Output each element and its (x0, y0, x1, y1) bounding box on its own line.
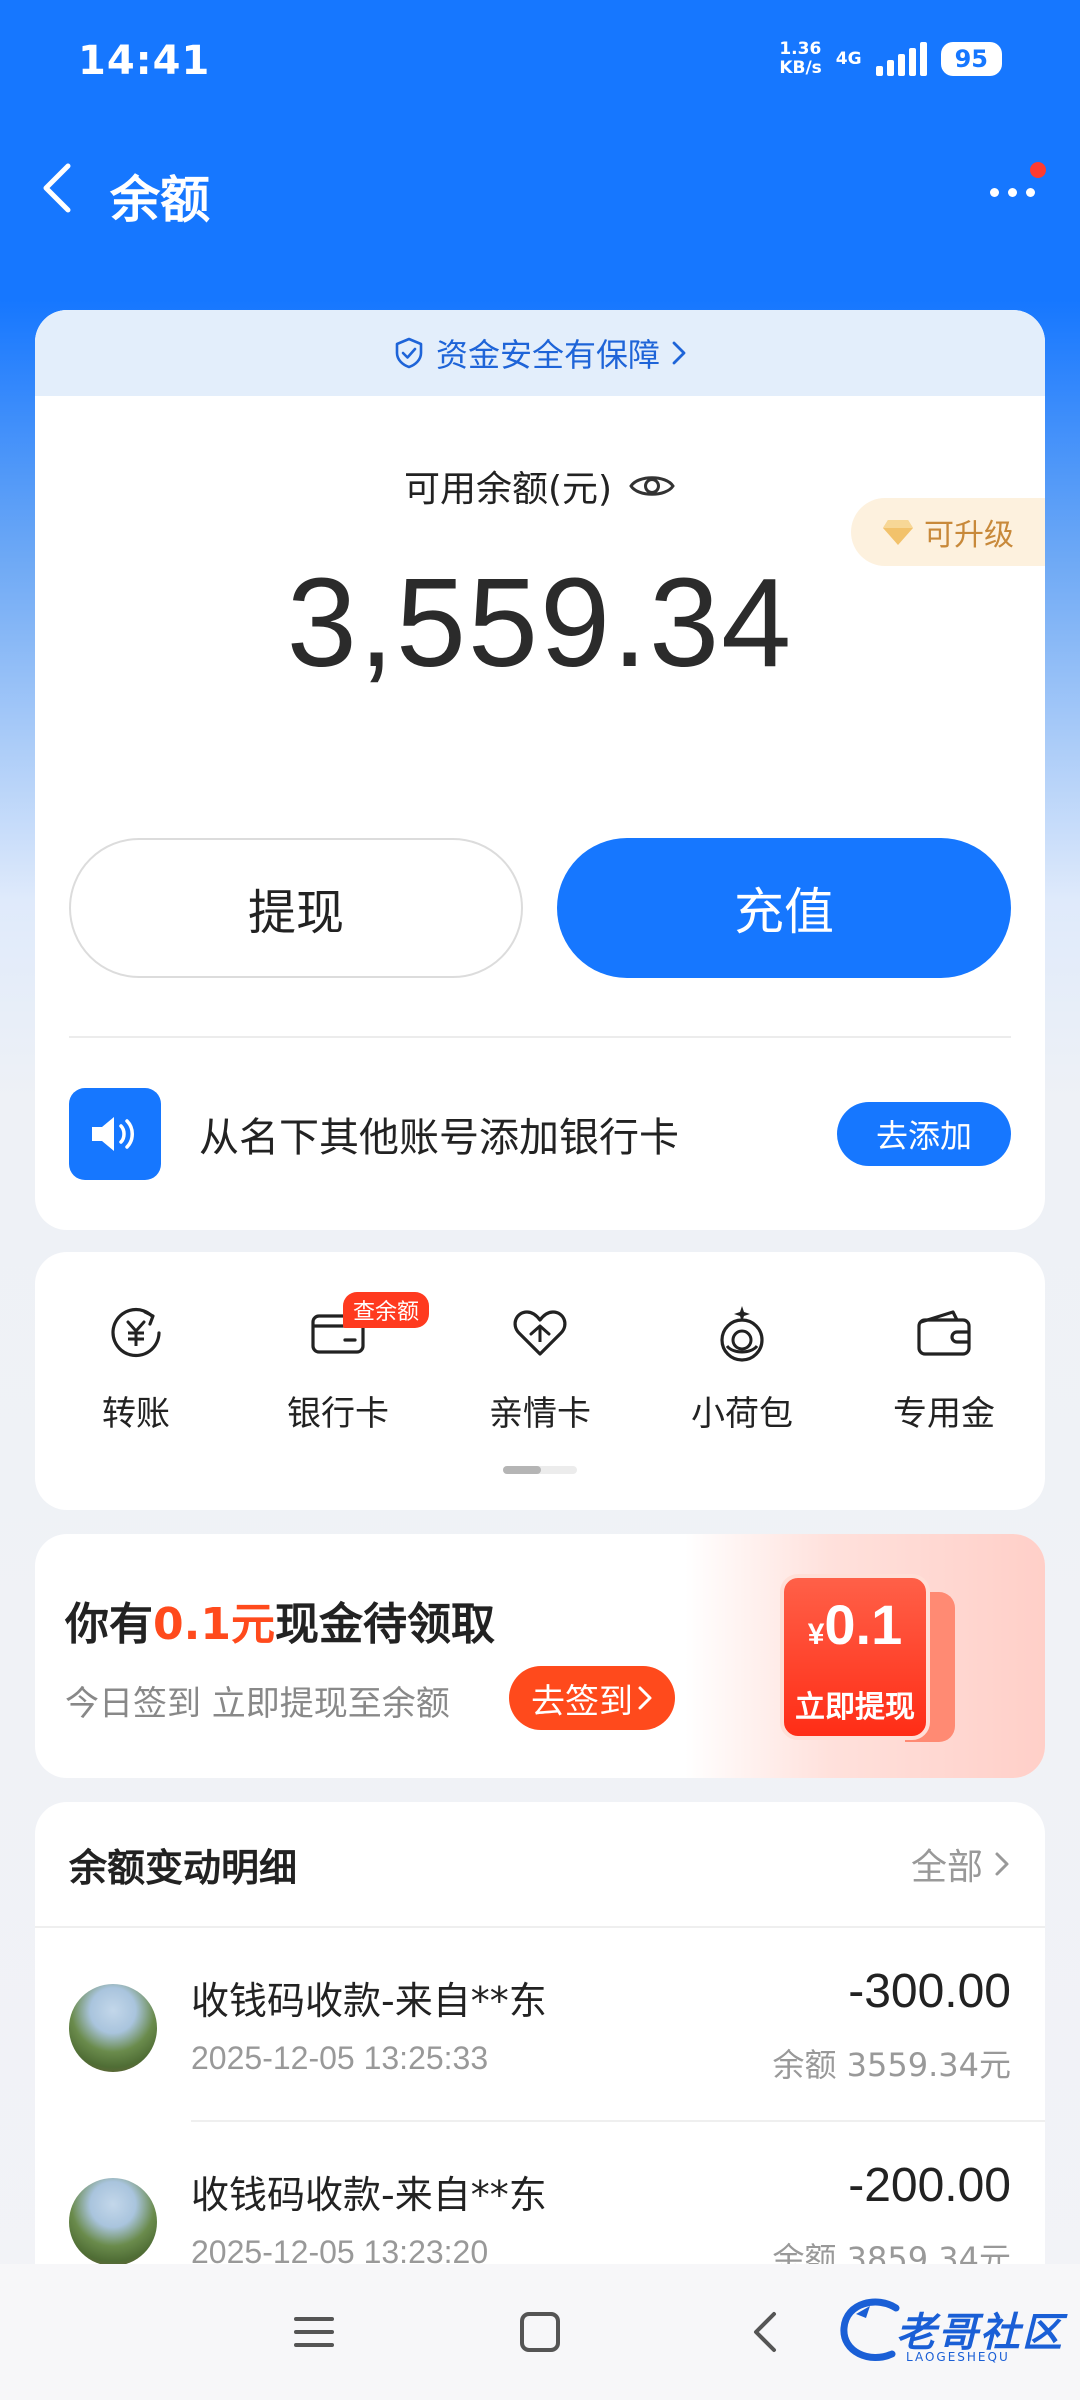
safety-text: 资金安全有保障 (435, 336, 660, 374)
action-bank-card[interactable]: 银行卡 查余额 (237, 1292, 439, 1435)
action-family-card[interactable]: 亲情卡 (439, 1302, 641, 1435)
network-speed-unit: KB/s (779, 58, 822, 78)
watermark-logo: 老哥社区 LAOGESHEQU (836, 2294, 1066, 2374)
transaction-amount: -200.00 (848, 2159, 1011, 2212)
add-bank-card-row: 从名下其他账号添加银行卡 去添加 (69, 1088, 1011, 1180)
balance-label: 可用余额(元) (403, 469, 613, 510)
promo-title-highlight: 0.1元 (153, 1599, 275, 1650)
check-balance-badge: 查余额 (343, 1292, 430, 1328)
status-bar: 14:41 1.36 KB/s 4G 95 (0, 0, 1080, 130)
divider (69, 1036, 1011, 1038)
home-icon[interactable] (512, 2304, 568, 2360)
safety-banner[interactable]: 资金安全有保障 (35, 310, 1045, 396)
cash-currency: ¥ (807, 1618, 825, 1651)
battery-indicator: 95 (940, 42, 1002, 76)
signal-icon (875, 42, 927, 76)
transfer-yen-icon (111, 1308, 161, 1358)
avatar (69, 2178, 157, 2266)
action-label: 银行卡 (287, 1394, 389, 1434)
cash-label: 立即提现 (795, 1690, 915, 1725)
quick-actions-card: 转账 银行卡 查余额 亲情卡 小荷包 专用金 (35, 1252, 1045, 1510)
details-header: 余额变动明细 全部 (35, 1802, 1045, 1928)
pouch-icon (720, 1306, 764, 1362)
cash-value: 0.1 (824, 1593, 903, 1656)
transaction-amount: -300.00 (848, 1965, 1011, 2018)
transaction-row[interactable]: 收钱码收款-来自**东 2025-12-05 13:25:33 -300.00 … (35, 1928, 1045, 2120)
promo-card[interactable]: 你有0.1元现金待领取 今日签到 立即提现至余额 去签到 ¥0.1 立即提现 (35, 1534, 1045, 1778)
eye-icon[interactable] (628, 470, 676, 502)
promo-subtitle: 今日签到 立即提现至余额 (65, 1684, 450, 1724)
balance-card: 资金安全有保障 可用余额(元) 可升级 3,559.34 提现 充值 从名下其他… (35, 310, 1045, 1230)
add-bank-button[interactable]: 去添加 (837, 1102, 1011, 1166)
action-label: 小荷包 (691, 1394, 793, 1434)
more-dots-icon (990, 188, 1035, 197)
quick-actions-row: 转账 银行卡 查余额 亲情卡 小荷包 专用金 (35, 1292, 1045, 1435)
network-speed: 1.36 KB/s (779, 40, 821, 78)
chevron-right-icon (995, 1852, 1009, 1876)
chevron-right-icon (672, 341, 686, 365)
balance-amount: 3,559.34 (286, 552, 794, 693)
transaction-title: 收钱码收款-来自**东 (191, 1979, 547, 2023)
upgrade-label: 可升级 (924, 518, 1014, 553)
diamond-icon (883, 520, 913, 545)
action-special-fund[interactable]: 专用金 (843, 1302, 1045, 1435)
page-indicator (503, 1466, 577, 1474)
add-bank-prompt: 从名下其他账号添加银行卡 (199, 1115, 679, 1161)
network-speed-value: 1.36 (779, 39, 822, 59)
withdraw-button[interactable]: 提现 (69, 838, 523, 978)
view-all-link[interactable]: 全部 (911, 1838, 1011, 1890)
menu-icon[interactable] (286, 2304, 342, 2360)
more-menu-button[interactable] (980, 162, 1050, 222)
transaction-title: 收钱码收款-来自**东 (191, 2173, 547, 2217)
sign-in-button[interactable]: 去签到 (509, 1666, 675, 1730)
sign-in-label: 去签到 (531, 1681, 633, 1722)
system-navigation-bar: 老哥社区 LAOGESHEQU (0, 2264, 1080, 2400)
transaction-time: 2025-12-05 13:25:33 (191, 2040, 489, 2076)
action-label: 专用金 (893, 1394, 995, 1434)
back-nav-icon[interactable] (738, 2304, 794, 2360)
chevron-left-icon (43, 163, 71, 213)
notification-dot (1030, 162, 1046, 178)
details-title: 余额变动明细 (69, 1845, 298, 1890)
promo-title-suffix: 现金待领取 (274, 1599, 495, 1650)
back-button[interactable] (30, 158, 90, 218)
status-time: 14:41 (78, 38, 211, 84)
network-type: 4G (835, 48, 862, 69)
watermark-subtext: LAOGESHEQU (906, 2350, 1010, 2364)
avatar (69, 1984, 157, 2072)
action-transfer[interactable]: 转账 (35, 1302, 237, 1435)
promo-title-prefix: 你有 (65, 1599, 153, 1650)
cash-card[interactable]: ¥0.1 立即提现 (780, 1574, 930, 1740)
speaker-icon (69, 1088, 161, 1180)
top-nav: 余额 (0, 140, 1080, 240)
action-label: 转账 (102, 1394, 170, 1434)
promo-title: 你有0.1元现金待领取 (65, 1588, 495, 1652)
action-label: 亲情卡 (489, 1394, 591, 1434)
view-all-label: 全部 (910, 1847, 983, 1888)
transaction-balance: 余额 3559.34元 (772, 2046, 1011, 2084)
page-title: 余额 (110, 171, 210, 229)
wallet-icon (917, 1310, 971, 1356)
chevron-right-icon (638, 1686, 652, 1710)
recharge-button[interactable]: 充值 (557, 838, 1011, 978)
cash-amount: ¥0.1 (784, 1592, 926, 1657)
shield-check-icon (395, 337, 423, 369)
action-pouch[interactable]: 小荷包 (641, 1302, 843, 1435)
status-indicators: 1.36 KB/s 4G 95 (779, 40, 1002, 78)
family-heart-icon (513, 1310, 567, 1356)
